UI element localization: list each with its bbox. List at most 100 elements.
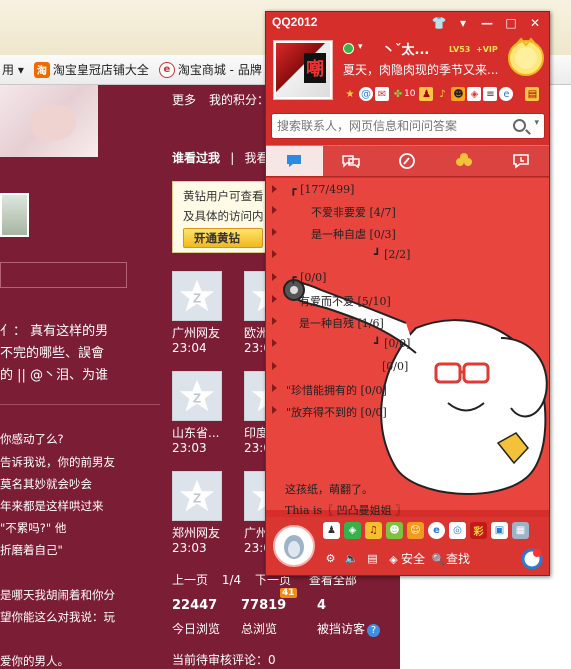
prev-page-link[interactable]: 上一页 [172, 573, 208, 587]
group-row[interactable]: 有爱而不爱 [5/10] [266, 290, 549, 311]
vip-badge[interactable]: +VIP [476, 45, 498, 54]
svg-text:Z: Z [193, 491, 201, 506]
remote-desktop-icon[interactable]: ▣ [491, 522, 508, 539]
visitor-card[interactable]: Z 广州 23:0 [244, 471, 267, 555]
tab-pengyou[interactable] [436, 146, 493, 176]
help-icon[interactable]: ? [367, 624, 381, 637]
skin-icon[interactable]: 👕 [428, 14, 450, 32]
skin-caption: Thia is〖 凹凸曼姐姐 〗 [285, 504, 407, 517]
visitor-name: 印度 [244, 426, 267, 440]
app-manager-icon[interactable]: ▦ [512, 522, 529, 539]
online-status-icon[interactable] [343, 43, 354, 54]
user-avatar[interactable]: 嘲 [273, 40, 333, 100]
group-row[interactable]: 不爱非要爱 [4/7] [266, 201, 549, 222]
bookmark-taobao-crown[interactable]: 淘 淘宝皇冠店铺大全 [33, 61, 149, 78]
minimize-button[interactable]: — [476, 14, 498, 32]
bag-icon[interactable]: ♟ [419, 87, 434, 101]
group-row[interactable]: ┛ [0/0] [266, 334, 549, 355]
page-indicator: 1/4 [221, 573, 242, 587]
collapse-arrow-icon [272, 362, 277, 370]
browser-app-icon[interactable]: e [428, 522, 445, 539]
mail-icon[interactable]: ✉ [375, 87, 389, 101]
blocked-visitors-label: 被挡访客? [317, 620, 381, 637]
shield-icon[interactable]: ◈ [467, 87, 482, 101]
document-icon[interactable]: ≡ [483, 87, 498, 101]
menu-icon[interactable]: ▾ [452, 14, 474, 32]
quick-tools: ★ @ ✉ ✤ 10 ♟ ♪ ☻ ◈ ≡ e ▤ [343, 87, 540, 101]
app-box-icon[interactable]: ▤ [525, 87, 540, 101]
photo-thumbnail-small[interactable] [0, 193, 29, 237]
settings-gear-icon[interactable]: ⚙ [323, 551, 338, 566]
qq-show-icon[interactable]: ☺ [407, 522, 424, 539]
comment-box[interactable] [0, 262, 127, 288]
user-nickname[interactable]: 丶ˇ太... [382, 39, 429, 58]
bookmark-menu[interactable]: 用 ▾ [2, 61, 24, 78]
qq-app-center-icon[interactable] [521, 548, 543, 570]
maximize-button[interactable]: □ [500, 14, 522, 32]
qq-level-bell-icon[interactable] [507, 36, 545, 78]
total-views-label: 总浏览 [241, 622, 278, 636]
bookmark-tmall[interactable]: e 淘宝商城 - 品牌 [158, 61, 262, 78]
group-row[interactable]: 是一种自残 [1/6] [266, 312, 549, 333]
close-button[interactable]: ✕ [524, 14, 546, 32]
qq-main-window: QQ2012 👕 ▾ — □ ✕ 嘲 ▾ 丶ˇ太... LV53 +VIP 夏天… [265, 11, 550, 576]
qzone-icon[interactable]: @ [359, 87, 373, 101]
search-icon[interactable] [513, 119, 526, 132]
clover-icon[interactable]: ✤ [391, 87, 405, 101]
search-input[interactable] [277, 115, 507, 137]
group-row[interactable]: ┏ [177/499] [266, 180, 549, 201]
main-tabs [266, 145, 549, 177]
status-dropdown-icon[interactable]: ▾ [358, 42, 363, 52]
user-signature[interactable]: 夏天，肉隐肉现的季节又来... [343, 61, 498, 78]
star-icon[interactable]: ★ [343, 87, 357, 101]
bell-icon[interactable]: ♪ [435, 87, 449, 101]
qq-game-icon[interactable]: ♟ [323, 522, 340, 539]
visitor-card[interactable]: Z 广州网友 23:04 [172, 271, 224, 355]
photo-thumbnail[interactable] [0, 85, 98, 157]
level-badge[interactable]: LV53 [449, 45, 470, 54]
total-views-count: 77819 [241, 598, 287, 613]
group-row[interactable]: ┛ [2/2] [266, 245, 549, 266]
button-label: 开通黄钻 [194, 231, 240, 245]
tab-recent[interactable] [492, 146, 549, 176]
tab-groups[interactable] [323, 146, 380, 176]
qq-guard-icon[interactable]: ◈ [344, 522, 361, 539]
volume-icon[interactable]: 🔈 [344, 551, 359, 566]
taobao-icon: 淘 [33, 61, 50, 78]
visitor-card[interactable]: Z 郑州网友 23:03 [172, 471, 224, 555]
visitor-card[interactable]: Z 印度 23:0 [244, 371, 267, 455]
group-row[interactable]: ┏ [0/0] [266, 268, 549, 289]
collapse-arrow-icon [272, 228, 277, 236]
security-button[interactable]: ◈ 安全 [386, 550, 425, 567]
collapse-arrow-icon [272, 295, 277, 303]
group-row[interactable]: 是一种自虐 [0/3] [266, 223, 549, 244]
pet-icon[interactable]: ☻ [451, 87, 466, 101]
find-button[interactable]: 🔍查找 [431, 550, 470, 567]
pet-app-icon[interactable]: ☻ [386, 522, 403, 539]
group-row[interactable]: [0/0] [266, 357, 549, 378]
tab-qzone[interactable] [379, 146, 436, 176]
lottery-icon[interactable]: 彩 [470, 522, 487, 539]
who-visited-tab[interactable]: 谁看过我 [172, 151, 220, 165]
more-link[interactable]: 更多 [172, 91, 196, 108]
message-manager-icon[interactable]: ▤ [365, 551, 380, 566]
who-visited-header: 谁看过我 | 我看 [172, 149, 268, 166]
screen: 用 ▾ 淘 淘宝皇冠店铺大全 e 淘宝商城 - 品牌 亻： 真有这样的男 不完的… [0, 0, 571, 669]
weibo-icon[interactable]: ◎ [449, 522, 466, 539]
qq-main-menu-button[interactable] [273, 525, 315, 567]
open-yellow-diamond-button[interactable]: ▽ 开通黄钻 [183, 228, 263, 248]
group-row[interactable]: "珍惜能拥有的 [0/0] [266, 379, 549, 400]
tab-contacts[interactable] [266, 146, 323, 176]
post-text-line: 是哪天我胡闹着和你分 [0, 588, 115, 602]
search-icon: 🔍 [431, 553, 446, 566]
group-row[interactable]: "放弃得不到的 [0/0] [266, 401, 549, 422]
tmall-icon: e [158, 61, 175, 78]
visitor-card[interactable]: Z 山东省... 23:03 [172, 371, 224, 455]
search-dropdown-icon[interactable]: ▾ [534, 118, 539, 128]
qq-music-icon[interactable]: ♫ [365, 522, 382, 539]
browser-icon[interactable]: e [499, 87, 514, 101]
post-text-line: 你感动了么? [0, 432, 64, 446]
visitor-card[interactable]: Z 欧洲 23:0 [244, 271, 267, 355]
post-text-line: 莫名其妙就会吵会 [0, 477, 92, 491]
visitor-time: 23:0 [244, 541, 267, 555]
